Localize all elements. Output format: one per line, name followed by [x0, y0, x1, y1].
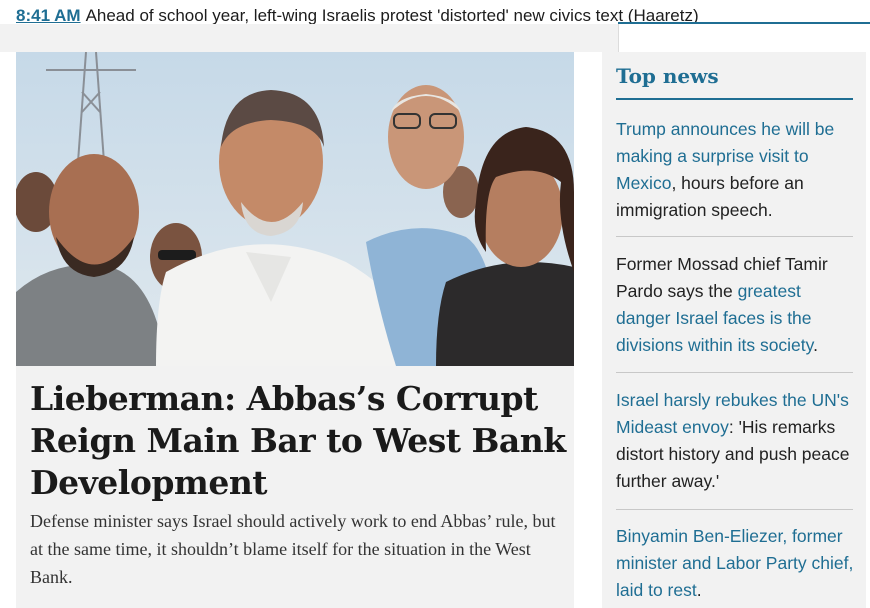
top-news-panel: Top news Trump announces he will be maki… — [602, 52, 866, 608]
item-separator — [616, 509, 853, 510]
column-divider — [618, 24, 619, 52]
ticker-accent-rule — [618, 22, 870, 24]
man-glasses-head — [388, 85, 464, 189]
ticker-headline[interactable]: Ahead of school year, left-wing Israelis… — [86, 6, 699, 24]
lead-photo[interactable] — [16, 52, 574, 366]
lead-story: Lieberman: Abbas’s Corrupt Reign Main Ba… — [16, 52, 574, 608]
ticker-line[interactable]: 8:41 AM Ahead of school year, left-wing I… — [16, 6, 699, 24]
lead-summary: Defense minister says Israel should acti… — [30, 511, 556, 587]
top-news-item-4: Binyamin Ben-Eliezer, former minister an… — [616, 523, 854, 604]
breaking-news-ticker[interactable]: 8:41 AM Ahead of school year, left-wing I… — [0, 0, 870, 24]
lead-headline[interactable]: Lieberman: Abbas’s Corrupt Reign Main Ba… — [30, 378, 566, 504]
top-news-item-3: Israel harsly rebukes the UN's Mideast e… — [616, 387, 854, 495]
item-link[interactable]: Binyamin Ben-Eliezer, former minister an… — [616, 526, 853, 600]
woman-body — [436, 262, 574, 366]
top-news-item-1: Trump announces he will be making a surp… — [616, 116, 854, 224]
header-band — [0, 24, 618, 52]
item-separator — [616, 236, 853, 237]
top-news-rule — [616, 98, 853, 100]
ticker-time[interactable]: 8:41 AM — [16, 6, 81, 24]
top-news-item-2: Former Mossad chief Tamir Pardo says the… — [616, 251, 854, 359]
item-text: . — [696, 580, 702, 600]
item-separator — [616, 372, 853, 373]
item-text: . — [813, 335, 818, 355]
top-news-heading: Top news — [616, 64, 719, 88]
